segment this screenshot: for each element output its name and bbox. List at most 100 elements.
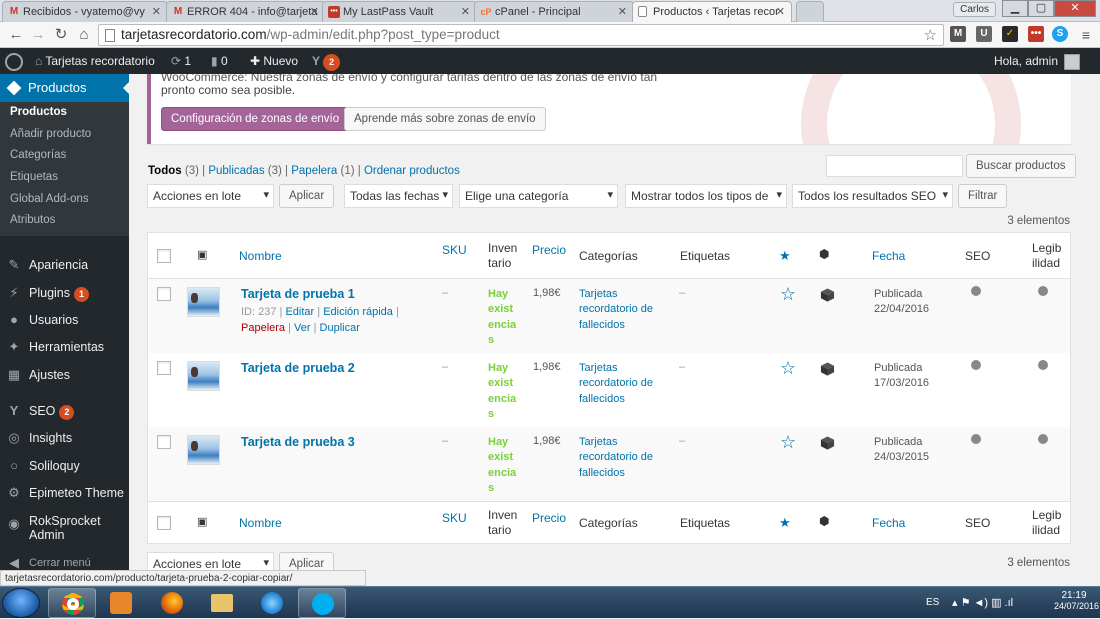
site-name-link[interactable]: ⌂ Tarjetas recordatorio	[35, 48, 155, 74]
comments-link[interactable]: ▮ 0	[211, 48, 228, 74]
sidebar-item-soliloquy[interactable]: ○ Soliloquy	[0, 453, 129, 479]
featured-star-icon[interactable]: ☆	[780, 432, 796, 453]
start-button[interactable]	[2, 588, 40, 618]
product-type-select[interactable]: Mostrar todos los tipos de	[625, 184, 787, 208]
tray-arrows-icon[interactable]: ▴ ⚑ ◄) ▥ .ıl	[952, 596, 1013, 609]
maximize-button[interactable]: ▢	[1028, 0, 1054, 17]
submenu-attributes[interactable]: Atributos	[0, 210, 129, 232]
date-filter-select[interactable]: Todas las fechas	[344, 184, 453, 208]
filter-trash[interactable]: Papelera	[291, 165, 337, 177]
sidebar-item-plugins[interactable]: ⚡ Plugins 1	[0, 280, 129, 306]
submenu-productos[interactable]: Productos	[0, 102, 129, 124]
row-checkbox[interactable]	[157, 287, 171, 301]
column-name[interactable]: Nombre	[239, 249, 282, 263]
tab-gmail-error[interactable]: M ERROR 404 - info@tarjeta ✕	[166, 1, 326, 22]
category-link[interactable]: Tarjetas recordatorio de fallecidos	[579, 435, 669, 481]
select-all-checkbox[interactable]	[157, 249, 171, 263]
close-tab-icon[interactable]: ✕	[461, 5, 470, 18]
skype-extension-icon[interactable]: S	[1052, 26, 1068, 42]
yoast-adminbar-link[interactable]: Y 2	[312, 48, 341, 74]
submenu-add-product[interactable]: Añadir producto	[0, 124, 129, 146]
category-link[interactable]: Tarjetas recordatorio de fallecidos	[579, 287, 669, 333]
featured-star-icon[interactable]: ☆	[780, 358, 796, 379]
norton-extension-icon[interactable]: ✓	[1002, 26, 1018, 42]
taskbar-skype[interactable]	[298, 588, 346, 618]
column-date[interactable]: Fecha	[872, 516, 905, 530]
filter-published[interactable]: Publicadas	[208, 165, 264, 177]
gmail-extension-icon[interactable]: M	[950, 26, 966, 42]
profile-chip[interactable]: Carlos	[953, 2, 996, 17]
row-checkbox[interactable]	[157, 435, 171, 449]
column-price[interactable]: Precio	[532, 511, 566, 525]
featured-star-icon[interactable]: ☆	[780, 284, 796, 305]
quick-edit-link[interactable]: Edición rápida	[323, 306, 393, 318]
seo-filter-select[interactable]: Todos los resultados SEO	[792, 184, 953, 208]
product-thumbnail[interactable]	[187, 287, 220, 317]
close-tab-icon[interactable]: ✕	[152, 5, 161, 18]
taskbar-firefox[interactable]	[148, 588, 196, 618]
menu-icon[interactable]: ≡	[1076, 25, 1096, 45]
taskbar-chrome[interactable]	[48, 588, 96, 618]
column-date[interactable]: Fecha	[872, 249, 905, 263]
product-thumbnail[interactable]	[187, 435, 220, 465]
featured-star-icon[interactable]: ★	[779, 248, 791, 264]
learn-shipping-zones-button[interactable]: Aprende más sobre zonas de envío	[344, 107, 546, 131]
filter-all[interactable]: Todos	[148, 165, 182, 177]
my-account-link[interactable]: Hola, admin	[994, 48, 1080, 74]
lastpass-extension-icon[interactable]: •••	[1028, 26, 1044, 42]
language-indicator[interactable]: ES	[926, 597, 939, 608]
sort-products-link[interactable]: Ordenar productos	[364, 165, 460, 177]
close-tab-icon[interactable]: ✕	[618, 5, 627, 18]
submenu-global-addons[interactable]: Global Add-ons	[0, 189, 129, 211]
bookmark-star-icon[interactable]: ☆	[924, 26, 937, 44]
trash-link[interactable]: Papelera	[241, 322, 285, 334]
view-link[interactable]: Ver	[294, 322, 311, 334]
sidebar-item-apariencia[interactable]: ✎ Apariencia	[0, 252, 129, 278]
column-sku[interactable]: SKU	[442, 511, 467, 525]
address-bar[interactable]: tarjetasrecordatorio.com/wp-admin/edit.p…	[98, 24, 944, 46]
select-all-checkbox[interactable]	[157, 516, 171, 530]
tab-gmail-inbox[interactable]: M Recibidos - vyatemo@vy ✕	[2, 1, 168, 22]
product-name-link[interactable]: Tarjeta de prueba 2	[241, 361, 355, 375]
wordpress-logo-icon[interactable]	[5, 48, 23, 74]
sidebar-item-ajustes[interactable]: ▦ Ajustes	[0, 362, 129, 388]
taskbar-explorer[interactable]	[198, 588, 246, 618]
bulk-actions-select[interactable]: Acciones en lote	[147, 184, 274, 208]
sidebar-item-seo[interactable]: Y SEO 2	[0, 398, 129, 424]
sidebar-item-epimeteo-theme[interactable]: ⚙ Epimeteo Theme	[0, 480, 129, 506]
sidebar-item-productos[interactable]: Productos	[0, 74, 129, 102]
close-tab-icon[interactable]: ✕	[310, 5, 319, 18]
duplicate-link[interactable]: Duplicar	[320, 322, 360, 334]
product-name-link[interactable]: Tarjeta de prueba 1	[241, 287, 355, 301]
tab-lastpass[interactable]: ••• My LastPass Vault ✕	[322, 1, 477, 22]
taskbar-media-player[interactable]	[97, 588, 145, 618]
sidebar-item-usuarios[interactable]: ● Usuarios	[0, 307, 129, 333]
column-sku[interactable]: SKU	[442, 243, 467, 257]
filter-button[interactable]: Filtrar	[958, 184, 1008, 208]
submenu-categories[interactable]: Categorías	[0, 145, 129, 167]
new-tab-button[interactable]	[796, 1, 824, 22]
shipping-zones-config-button[interactable]: Configuración de zonas de envío	[161, 107, 350, 131]
product-name-link[interactable]: Tarjeta de prueba 3	[241, 435, 355, 449]
search-input[interactable]	[826, 155, 963, 177]
updates-link[interactable]: ⟳ 1	[171, 48, 191, 74]
close-window-button[interactable]: ✕	[1054, 0, 1096, 17]
column-name[interactable]: Nombre	[239, 516, 282, 530]
taskbar-internet-explorer[interactable]	[248, 588, 296, 618]
sidebar-item-herramientas[interactable]: ✦ Herramientas	[0, 334, 129, 360]
row-checkbox[interactable]	[157, 361, 171, 375]
reload-icon[interactable]: ↻	[51, 25, 71, 45]
clock[interactable]: 21:19 24/07/2016	[1054, 590, 1099, 611]
close-tab-icon[interactable]: ✕	[776, 5, 785, 18]
new-content-link[interactable]: ✚ Nuevo	[250, 48, 298, 74]
minimize-button[interactable]: ▁	[1002, 0, 1028, 17]
sidebar-item-roksprocket[interactable]: ◉ RokSprocket Admin	[0, 512, 129, 544]
category-filter-select[interactable]: Elige una categoría	[459, 184, 618, 208]
category-link[interactable]: Tarjetas recordatorio de fallecidos	[579, 361, 669, 407]
column-price[interactable]: Precio	[532, 243, 566, 257]
ublock-extension-icon[interactable]: U	[976, 26, 992, 42]
featured-star-icon[interactable]: ★	[779, 515, 791, 531]
apply-button[interactable]: Aplicar	[279, 184, 335, 208]
home-icon[interactable]: ⌂	[74, 25, 94, 45]
search-products-button[interactable]: Buscar productos	[966, 154, 1076, 178]
